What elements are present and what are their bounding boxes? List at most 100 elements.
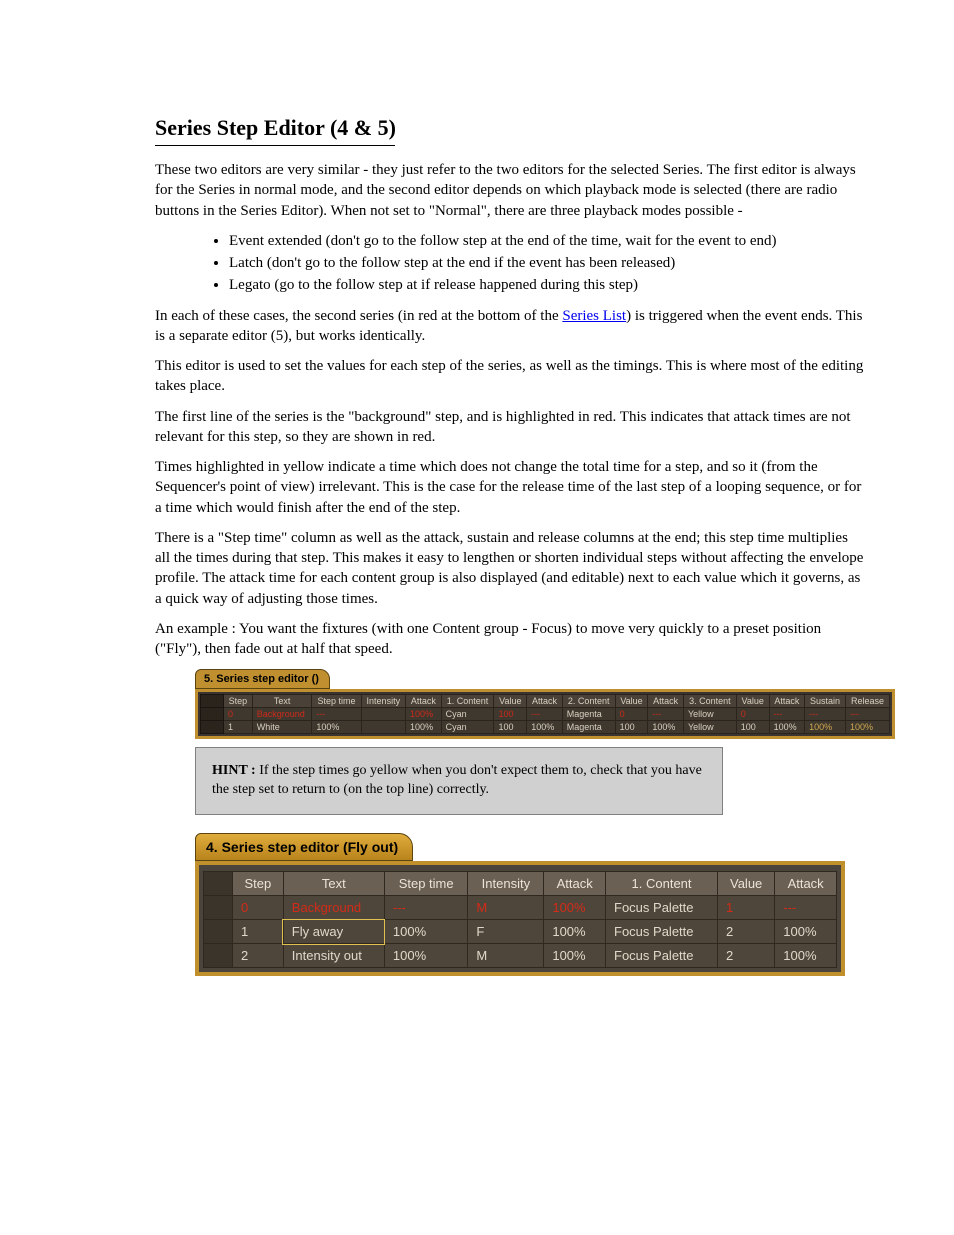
row-swatch[interactable] xyxy=(204,944,233,968)
cell-text[interactable]: Background xyxy=(283,896,384,920)
cell-attack2[interactable]: --- xyxy=(648,708,684,721)
screenshot-series-step-editor-5: 5. Series step editor () Step Text Step … xyxy=(195,669,895,739)
panel-body: Step Text Step time Intensity Attack 1. … xyxy=(195,861,845,976)
cell-attack[interactable]: 100% xyxy=(406,708,442,721)
table-header-row: Step Text Step time Intensity Attack 1. … xyxy=(201,695,890,708)
cell-attack2[interactable]: 100% xyxy=(648,721,684,734)
cell-step[interactable]: 2 xyxy=(233,944,284,968)
paragraph-second-series: In each of these cases, the second serie… xyxy=(155,306,864,347)
cell-attack[interactable]: 100% xyxy=(544,896,606,920)
series-list-link[interactable]: Series List xyxy=(562,308,626,324)
cell-steptime[interactable]: 100% xyxy=(384,920,467,944)
cell-sustain[interactable]: --- xyxy=(805,708,846,721)
cell-release[interactable]: 100% xyxy=(845,721,889,734)
col-value1: Value xyxy=(718,872,775,896)
paragraph-step-time: There is a "Step time" column as well as… xyxy=(155,528,864,609)
cell-text[interactable]: White xyxy=(252,721,312,734)
cell-steptime[interactable]: 100% xyxy=(384,944,467,968)
col-attack: Attack xyxy=(406,695,442,708)
cell-steptime[interactable]: 100% xyxy=(312,721,361,734)
table-header-row: Step Text Step time Intensity Attack 1. … xyxy=(204,872,837,896)
cell-attack[interactable]: 100% xyxy=(406,721,442,734)
cell-step[interactable]: 1 xyxy=(233,920,284,944)
col-text: Text xyxy=(283,872,384,896)
cell-intensity[interactable]: M xyxy=(468,896,544,920)
cell-value1[interactable]: 100 xyxy=(494,721,527,734)
table-row[interactable]: 2 Intensity out 100% M 100% Focus Palett… xyxy=(204,944,837,968)
row-swatch[interactable] xyxy=(201,721,224,734)
table-row[interactable]: 1 Fly away 100% F 100% Focus Palette 2 1… xyxy=(204,920,837,944)
cell-value1[interactable]: 2 xyxy=(718,944,775,968)
cell-content2[interactable]: Magenta xyxy=(562,721,615,734)
cell-text[interactable]: Fly away xyxy=(283,920,384,944)
cell-attack1[interactable]: 100% xyxy=(775,920,837,944)
cell-content1[interactable]: Cyan xyxy=(441,721,494,734)
cell-content3[interactable]: Yellow xyxy=(683,721,736,734)
row-swatch[interactable] xyxy=(204,896,233,920)
cell-attack1[interactable]: --- xyxy=(527,708,563,721)
cell-attack[interactable]: 100% xyxy=(544,944,606,968)
cell-release[interactable]: --- xyxy=(845,708,889,721)
row-swatch[interactable] xyxy=(204,920,233,944)
col-swatch xyxy=(204,872,233,896)
col-swatch xyxy=(201,695,224,708)
col-value2: Value xyxy=(615,695,648,708)
cell-intensity[interactable]: M xyxy=(468,944,544,968)
cell-intensity[interactable]: F xyxy=(468,920,544,944)
cell-steptime[interactable]: --- xyxy=(312,708,361,721)
table-row[interactable]: 1 White 100% 100% Cyan 100 100% Magenta … xyxy=(201,721,890,734)
cell-steptime[interactable]: --- xyxy=(384,896,467,920)
cell-attack[interactable]: 100% xyxy=(544,920,606,944)
col-step: Step xyxy=(233,872,284,896)
cell-value2[interactable]: 100 xyxy=(615,721,648,734)
cell-value3[interactable]: 100 xyxy=(736,721,769,734)
cell-attack1[interactable]: 100% xyxy=(775,944,837,968)
cell-sustain[interactable]: 100% xyxy=(805,721,846,734)
playback-mode-list: Event extended (don't go to the follow s… xyxy=(155,231,864,296)
cell-step[interactable]: 0 xyxy=(224,708,253,721)
row-swatch[interactable] xyxy=(201,708,224,721)
list-item: Latch (don't go to the follow step at th… xyxy=(229,253,864,273)
cell-attack1[interactable]: 100% xyxy=(527,721,563,734)
panel-tab: 4. Series step editor (Fly out) xyxy=(195,833,413,861)
table-row[interactable]: 0 Background --- 100% Cyan 100 --- Magen… xyxy=(201,708,890,721)
paragraph-yellow-times: Times highlighted in yellow indicate a t… xyxy=(155,457,864,518)
col-steptime: Step time xyxy=(384,872,467,896)
cell-attack3[interactable]: 100% xyxy=(769,721,805,734)
cell-text[interactable]: Background xyxy=(252,708,312,721)
cell-value1[interactable]: 1 xyxy=(718,896,775,920)
table-row[interactable]: 0 Background --- M 100% Focus Palette 1 … xyxy=(204,896,837,920)
cell-content1[interactable]: Cyan xyxy=(441,708,494,721)
cell-content1[interactable]: Focus Palette xyxy=(606,920,718,944)
series-step-table-4: Step Text Step time Intensity Attack 1. … xyxy=(203,871,837,968)
col-attack1: Attack xyxy=(527,695,563,708)
panel-body: Step Text Step time Intensity Attack 1. … xyxy=(195,689,895,739)
cell-content1[interactable]: Focus Palette xyxy=(606,896,718,920)
col-value1: Value xyxy=(494,695,527,708)
cell-content1[interactable]: Focus Palette xyxy=(606,944,718,968)
document-page: Series Step Editor (4 & 5) These two edi… xyxy=(0,0,954,1066)
cell-content2[interactable]: Magenta xyxy=(562,708,615,721)
cell-attack1[interactable]: --- xyxy=(775,896,837,920)
hint-box: HINT : If the step times go yellow when … xyxy=(195,747,723,815)
cell-content3[interactable]: Yellow xyxy=(683,708,736,721)
col-intensity: Intensity xyxy=(468,872,544,896)
cell-step[interactable]: 0 xyxy=(233,896,284,920)
col-release: Release xyxy=(845,695,889,708)
cell-attack3[interactable]: --- xyxy=(769,708,805,721)
col-text: Text xyxy=(252,695,312,708)
cell-value3[interactable]: 0 xyxy=(736,708,769,721)
cell-intensity[interactable] xyxy=(361,708,405,721)
col-content3: 3. Content xyxy=(683,695,736,708)
paragraph-background-step: The first line of the series is the "bac… xyxy=(155,407,864,448)
panel-tab: 5. Series step editor () xyxy=(195,669,330,689)
cell-intensity[interactable] xyxy=(361,721,405,734)
cell-value2[interactable]: 0 xyxy=(615,708,648,721)
cell-text[interactable]: Intensity out xyxy=(283,944,384,968)
hint-label: HINT : xyxy=(212,763,256,778)
cell-value1[interactable]: 2 xyxy=(718,920,775,944)
cell-value1[interactable]: 100 xyxy=(494,708,527,721)
series-step-table-5: Step Text Step time Intensity Attack 1. … xyxy=(200,694,890,734)
col-attack1: Attack xyxy=(775,872,837,896)
cell-step[interactable]: 1 xyxy=(224,721,253,734)
